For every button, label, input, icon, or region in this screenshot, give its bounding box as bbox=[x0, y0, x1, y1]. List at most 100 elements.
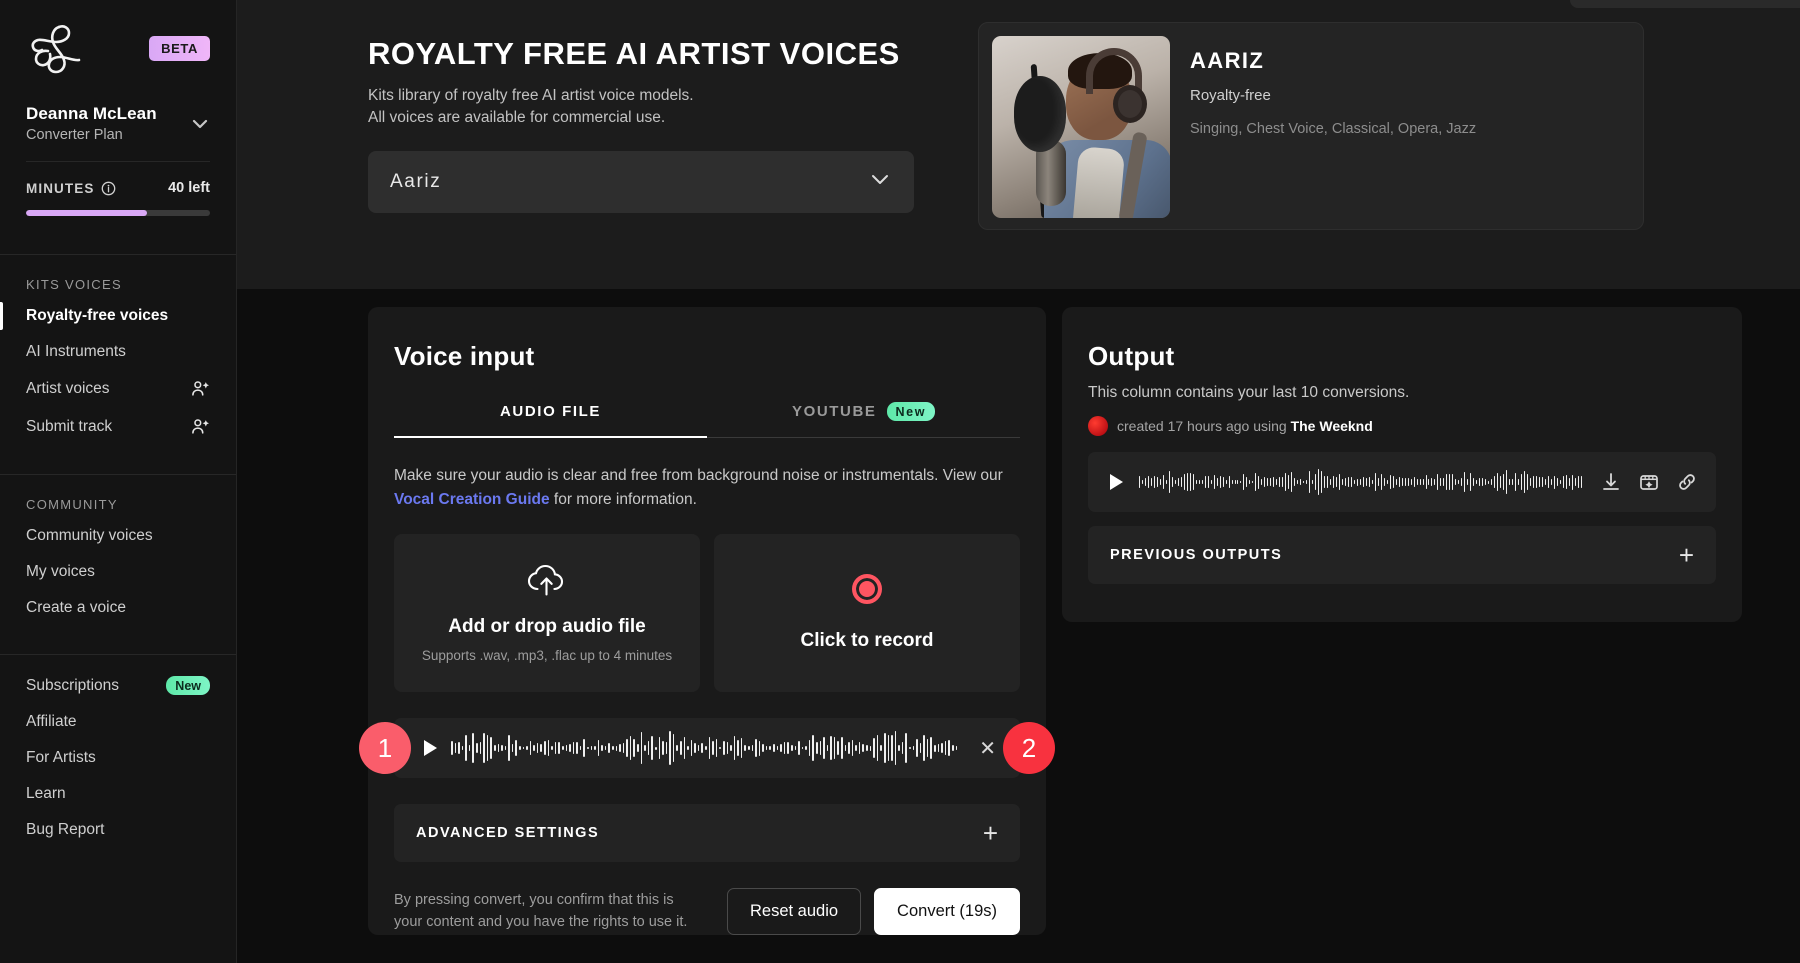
plus-icon: + bbox=[982, 818, 998, 849]
sidebar-item-label: Submit track bbox=[26, 418, 113, 435]
hero-section: ROYALTY FREE AI ARTIST VOICES Kits libra… bbox=[237, 0, 1800, 289]
voice-select-value: Aariz bbox=[390, 170, 442, 192]
tab-youtube-label: YOUTUBE bbox=[791, 403, 877, 420]
hero-subtitle-line2: All voices are available for commercial … bbox=[368, 109, 666, 127]
chevron-down-icon bbox=[868, 167, 892, 196]
sidebar: BETA Deanna McLean Converter Plan MINUTE… bbox=[0, 0, 237, 963]
sidebar-item-learn[interactable]: Learn bbox=[0, 776, 236, 812]
minutes-meter: MINUTES 40 left bbox=[0, 162, 236, 236]
stem-split-icon[interactable] bbox=[1638, 471, 1660, 493]
record-title: Click to record bbox=[800, 630, 934, 652]
sidebar-item-royalty-free-voices[interactable]: Royalty-free voices bbox=[0, 298, 236, 334]
sidebar-item-artist-voices[interactable]: Artist voices bbox=[0, 370, 236, 408]
voice-input-heading: Voice input bbox=[394, 341, 535, 371]
sidebar-item-label: Subscriptions bbox=[26, 676, 120, 694]
hero-subtitle-line1: Kits library of royalty free AI artist v… bbox=[368, 87, 694, 104]
sidebar-item-my-voices[interactable]: My voices bbox=[0, 554, 236, 590]
beta-badge: BETA bbox=[149, 36, 210, 61]
output-audio-waveform[interactable] bbox=[1139, 462, 1584, 502]
user-name: Deanna McLean bbox=[26, 104, 157, 123]
audio-hint-suffix: for more information. bbox=[549, 491, 697, 509]
output-panel: Output This column contains your last 10… bbox=[1062, 307, 1742, 622]
sidebar-section: Subscriptions New Affiliate For Artists Lear… bbox=[0, 655, 236, 858]
plus-icon: + bbox=[1678, 540, 1694, 570]
annotation-badge-1: 1 bbox=[359, 722, 411, 775]
play-icon[interactable] bbox=[424, 740, 437, 757]
sidebar-item-bug-report[interactable]: Bug Report bbox=[0, 812, 236, 848]
advanced-settings-toggle[interactable]: ADVANCED SETTINGS + bbox=[394, 804, 1020, 863]
input-audio-waveform[interactable] bbox=[451, 728, 958, 768]
sidebar-item-label: Learn bbox=[26, 785, 66, 802]
sidebar-item-label: Artist voices bbox=[26, 380, 110, 397]
voice-input-panel: Voice input AUDIO FILE YOUTUBE New Make … bbox=[359, 307, 1055, 936]
sidebar-item-label: Royalty-free voices bbox=[26, 307, 169, 324]
input-player-row: 1 ✕ 2 bbox=[359, 718, 1055, 779]
sidebar-nav: KITS VOICES Royalty-free voices AI Instrum… bbox=[0, 255, 236, 858]
voice-avatar-icon bbox=[1088, 416, 1108, 436]
artist-tags: Singing, Chest Voice, Classical, Opera, … bbox=[1190, 121, 1477, 137]
advanced-settings-label: ADVANCED SETTINGS bbox=[416, 825, 600, 842]
sidebar-item-label: Community voices bbox=[26, 527, 153, 544]
output-audio-player[interactable] bbox=[1088, 452, 1716, 512]
minutes-label: MINUTES bbox=[26, 180, 95, 196]
sidebar-section: COMMUNITY Community voices My voices Create… bbox=[0, 475, 236, 636]
sidebar-item-ai-instruments[interactable]: AI Instruments bbox=[0, 334, 236, 370]
chevron-down-icon bbox=[190, 114, 210, 134]
audio-hint-prefix: Make sure your audio is clear and free f… bbox=[394, 467, 1003, 484]
voice-select-dropdown[interactable]: Aariz bbox=[368, 150, 914, 213]
annotation-badge-2: 2 bbox=[1003, 722, 1055, 775]
artist-license: Royalty-free bbox=[1190, 87, 1271, 104]
previous-outputs-toggle[interactable]: PREVIOUS OUTPUTS + bbox=[1088, 526, 1716, 584]
kits-ampersand-logo[interactable] bbox=[26, 22, 88, 80]
sidebar-item-affiliate[interactable]: Affiliate bbox=[0, 704, 236, 740]
sidebar-section-title: COMMUNITY bbox=[26, 497, 118, 512]
sidebar-item-label: Bug Report bbox=[26, 821, 105, 838]
play-icon[interactable] bbox=[1110, 474, 1123, 490]
convert-footer: By pressing convert, you confirm that th… bbox=[394, 888, 1020, 936]
output-meta: created 17 hours ago using The Weeknd bbox=[1088, 416, 1716, 436]
previous-outputs-label: PREVIOUS OUTPUTS bbox=[1110, 547, 1283, 563]
tab-youtube-badge: New bbox=[886, 402, 936, 421]
output-subtitle: This column contains your last 10 conver… bbox=[1088, 384, 1410, 401]
tab-audio-file-label: AUDIO FILE bbox=[500, 402, 601, 420]
sidebar-item-label: For Artists bbox=[26, 749, 96, 766]
user-sparkle-icon bbox=[190, 417, 210, 437]
close-icon[interactable]: ✕ bbox=[971, 736, 1004, 761]
record-card[interactable]: Click to record bbox=[714, 534, 1020, 693]
cloud-upload-icon bbox=[526, 563, 568, 602]
output-meta-voice: The Weeknd bbox=[1290, 418, 1373, 434]
user-sparkle-icon bbox=[190, 379, 210, 399]
sidebar-section: KITS VOICES Royalty-free voices AI Instrum… bbox=[0, 255, 236, 456]
sidebar-item-subscriptions[interactable]: Subscriptions New bbox=[0, 667, 236, 704]
download-icon[interactable] bbox=[1600, 471, 1622, 493]
upload-subtitle: Supports .wav, .mp3, .flac up to 4 minut… bbox=[421, 648, 673, 664]
upload-dropzone[interactable]: Add or drop audio file Supports .wav, .m… bbox=[394, 534, 700, 693]
convert-disclaimer: By pressing convert, you confirm that th… bbox=[394, 891, 688, 930]
user-plan: Converter Plan bbox=[26, 127, 123, 143]
sidebar-item-create-a-voice[interactable]: Create a voice bbox=[0, 590, 236, 626]
sidebar-item-label: My voices bbox=[26, 563, 95, 580]
minutes-progress-bar bbox=[26, 210, 210, 216]
input-audio-player[interactable]: ✕ bbox=[394, 718, 1020, 779]
sidebar-item-for-artists[interactable]: For Artists bbox=[0, 740, 236, 776]
convert-button[interactable]: Convert (19s) bbox=[874, 888, 1020, 936]
top-right-chip bbox=[1570, 0, 1800, 8]
sidebar-item-badge: New bbox=[166, 676, 210, 695]
minutes-left: 40 left bbox=[168, 180, 210, 196]
reset-audio-button[interactable]: Reset audio bbox=[726, 888, 862, 936]
audio-hint: Make sure your audio is clear and free f… bbox=[394, 464, 1020, 512]
artist-card[interactable]: AARIZ Royalty-free Singing, Chest Voice,… bbox=[978, 22, 1644, 230]
tab-youtube[interactable]: YOUTUBE New bbox=[707, 402, 1020, 438]
sidebar-item-submit-track[interactable]: Submit track bbox=[0, 408, 236, 446]
voice-input-tabs: AUDIO FILE YOUTUBE New bbox=[394, 402, 1020, 438]
info-icon[interactable] bbox=[101, 181, 116, 196]
tab-audio-file[interactable]: AUDIO FILE bbox=[394, 402, 707, 438]
upload-title: Add or drop audio file bbox=[448, 616, 646, 638]
page-title: ROYALTY FREE AI ARTIST VOICES bbox=[368, 36, 900, 71]
vocal-creation-guide-link[interactable]: Vocal Creation Guide bbox=[394, 491, 550, 508]
link-icon[interactable] bbox=[1676, 471, 1698, 493]
user-account-menu[interactable]: Deanna McLean Converter Plan bbox=[26, 104, 210, 143]
sidebar-item-label: Affiliate bbox=[26, 713, 77, 730]
brand-row: BETA bbox=[26, 22, 210, 80]
sidebar-item-community-voices[interactable]: Community voices bbox=[0, 518, 236, 554]
